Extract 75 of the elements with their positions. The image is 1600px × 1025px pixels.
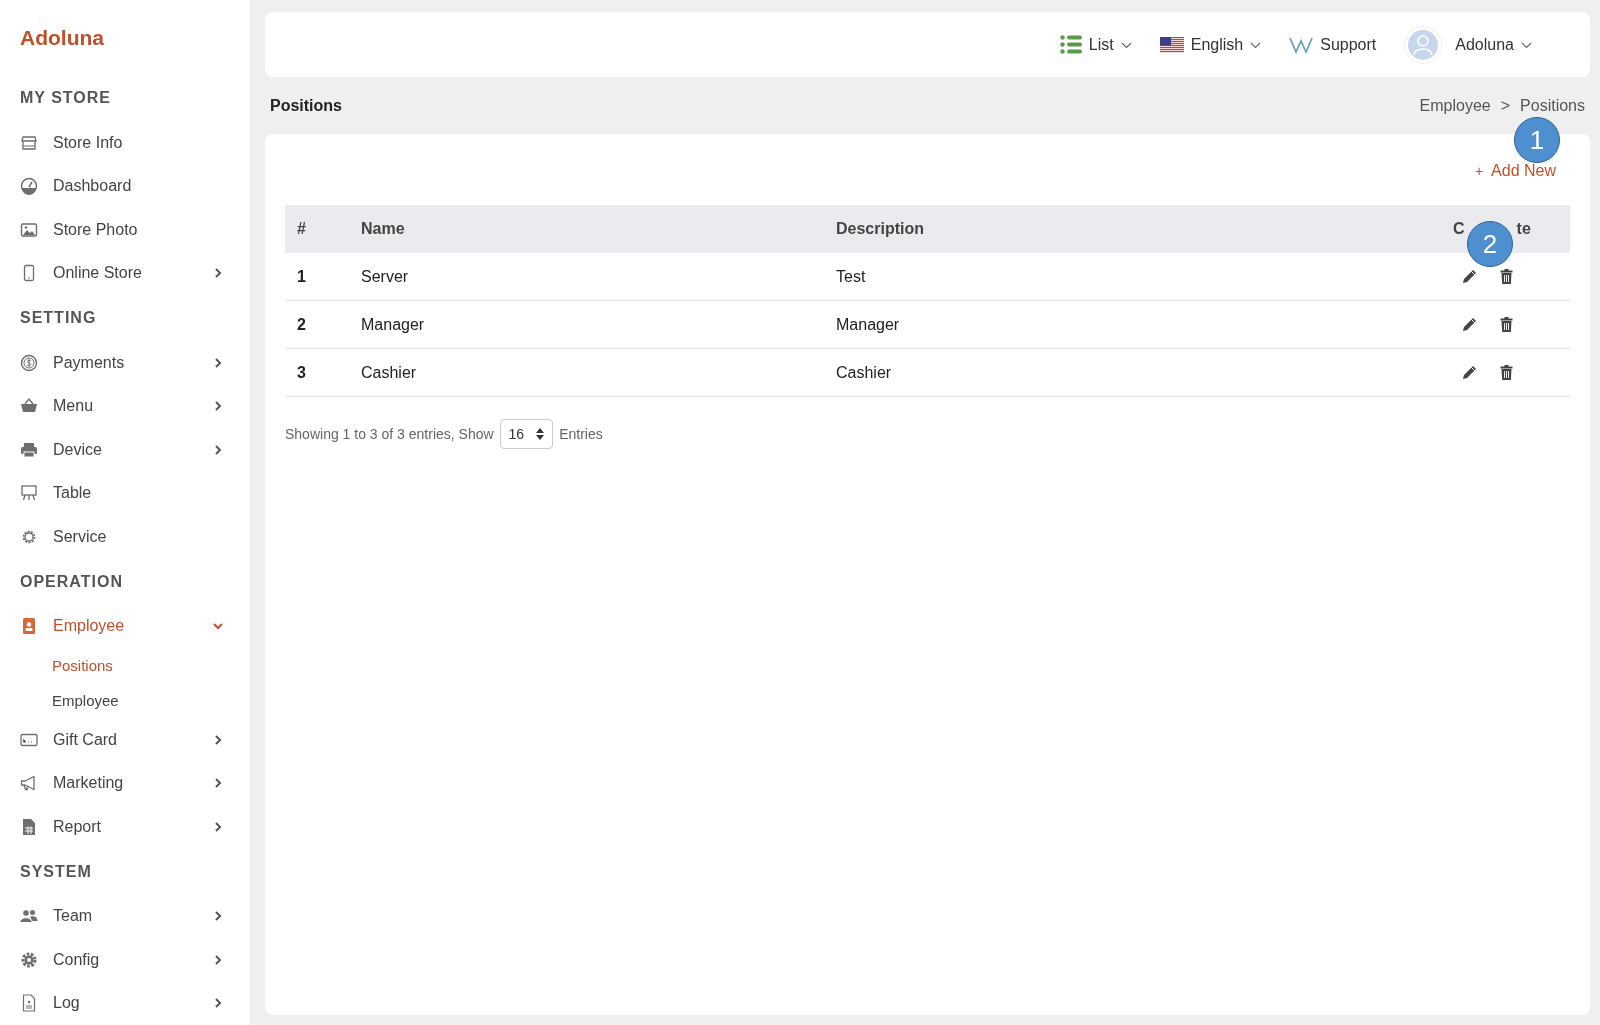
brand-logo[interactable]: Adoluna xyxy=(20,26,104,49)
document-icon xyxy=(20,994,38,1013)
user-menu[interactable]: Adoluna xyxy=(1404,25,1532,64)
sidebar-item[interactable]: Config xyxy=(0,938,250,982)
row-number: 3 xyxy=(297,363,306,381)
column-header: # xyxy=(297,220,306,237)
gauge-icon xyxy=(20,177,38,196)
sidebar-item[interactable]: Table xyxy=(0,471,250,515)
printer-icon xyxy=(20,440,38,459)
entries-summary: Showing 1 to 3 of 3 entries, Show xyxy=(285,426,494,442)
table-cell: Cashier xyxy=(361,363,417,381)
avatar-icon xyxy=(1404,25,1443,64)
gear-icon xyxy=(20,950,38,969)
view-menu[interactable]: List xyxy=(1059,35,1132,54)
w-logo-icon xyxy=(1289,35,1314,54)
megaphone-icon xyxy=(20,774,38,793)
section-heading: OPERATION xyxy=(20,572,123,591)
breadcrumb-separator: > xyxy=(1500,96,1511,115)
id-badge-icon xyxy=(20,617,38,636)
section-heading: MY STORE xyxy=(20,89,111,107)
sidebar-item[interactable]: Online Store xyxy=(0,251,250,295)
entries-label: Entries xyxy=(559,426,603,442)
caret-icon xyxy=(1120,40,1132,49)
table-cell: Server xyxy=(361,267,409,285)
list-icon xyxy=(1059,35,1082,54)
sidebar-item[interactable]: Store Photo xyxy=(0,208,250,252)
sidebar-item[interactable]: Team xyxy=(0,894,250,938)
dollar-coin-icon xyxy=(20,353,38,372)
column-header: C xyxy=(1453,220,1465,238)
step-marker: 1 xyxy=(1514,117,1560,163)
section-heading: SYSTEM xyxy=(20,862,92,881)
caret-icon xyxy=(1521,40,1532,49)
delete-icon[interactable] xyxy=(1498,268,1515,285)
spreadsheet-file-icon xyxy=(20,817,38,836)
delete-icon[interactable] xyxy=(1498,364,1515,381)
table-cell: Manager xyxy=(361,315,425,333)
sidebar-item[interactable]: Employee xyxy=(0,604,250,648)
submenu-item[interactable]: Positions xyxy=(52,657,113,674)
page-title: Positions xyxy=(270,96,342,115)
table-cell: Test xyxy=(836,267,866,285)
flag-icon xyxy=(1159,36,1184,53)
sidebar-item[interactable]: Service xyxy=(0,515,250,559)
sidebar-item[interactable]: Gift Card xyxy=(0,718,250,762)
language-menu[interactable]: English xyxy=(1159,35,1262,54)
row-number: 1 xyxy=(297,267,306,285)
sidebar-item[interactable]: Device xyxy=(0,428,250,472)
add-new-button[interactable]: + Add New xyxy=(1472,160,1558,182)
column-header: Name xyxy=(361,220,405,237)
caret-icon xyxy=(1250,40,1262,49)
support-link[interactable]: Support xyxy=(1289,35,1377,54)
sidebar-item[interactable]: Store Info xyxy=(0,121,250,165)
section-heading: SETTING xyxy=(20,309,97,327)
sidebar-item[interactable]: Log xyxy=(0,981,250,1025)
storefront-icon xyxy=(20,133,38,152)
table-cell: Manager xyxy=(836,315,900,333)
breadcrumb-item[interactable]: Employee xyxy=(1419,96,1491,115)
table-cell: Cashier xyxy=(836,363,892,381)
edit-icon[interactable] xyxy=(1461,364,1478,381)
edit-icon[interactable] xyxy=(1461,316,1478,333)
sidebar-item[interactable]: Marketing xyxy=(0,761,250,805)
image-icon xyxy=(20,220,38,239)
edit-icon[interactable] xyxy=(1461,268,1478,285)
breadcrumb-item[interactable]: Positions xyxy=(1520,96,1585,115)
easel-icon xyxy=(20,484,38,503)
sort-arrows-icon xyxy=(536,428,545,440)
row-number: 2 xyxy=(297,315,306,333)
delete-icon[interactable] xyxy=(1498,316,1515,333)
column-header: Description xyxy=(836,220,924,237)
sidebar-item[interactable]: Payments xyxy=(0,341,250,385)
sidebar-item[interactable]: Dashboard xyxy=(0,164,250,208)
page-size-select[interactable]: 16 xyxy=(499,419,554,449)
sidebar-item[interactable]: Menu xyxy=(0,384,250,428)
sidebar-item[interactable]: Report xyxy=(0,805,250,849)
submenu-item[interactable]: Employee xyxy=(52,692,119,709)
column-header: te xyxy=(1516,220,1531,238)
